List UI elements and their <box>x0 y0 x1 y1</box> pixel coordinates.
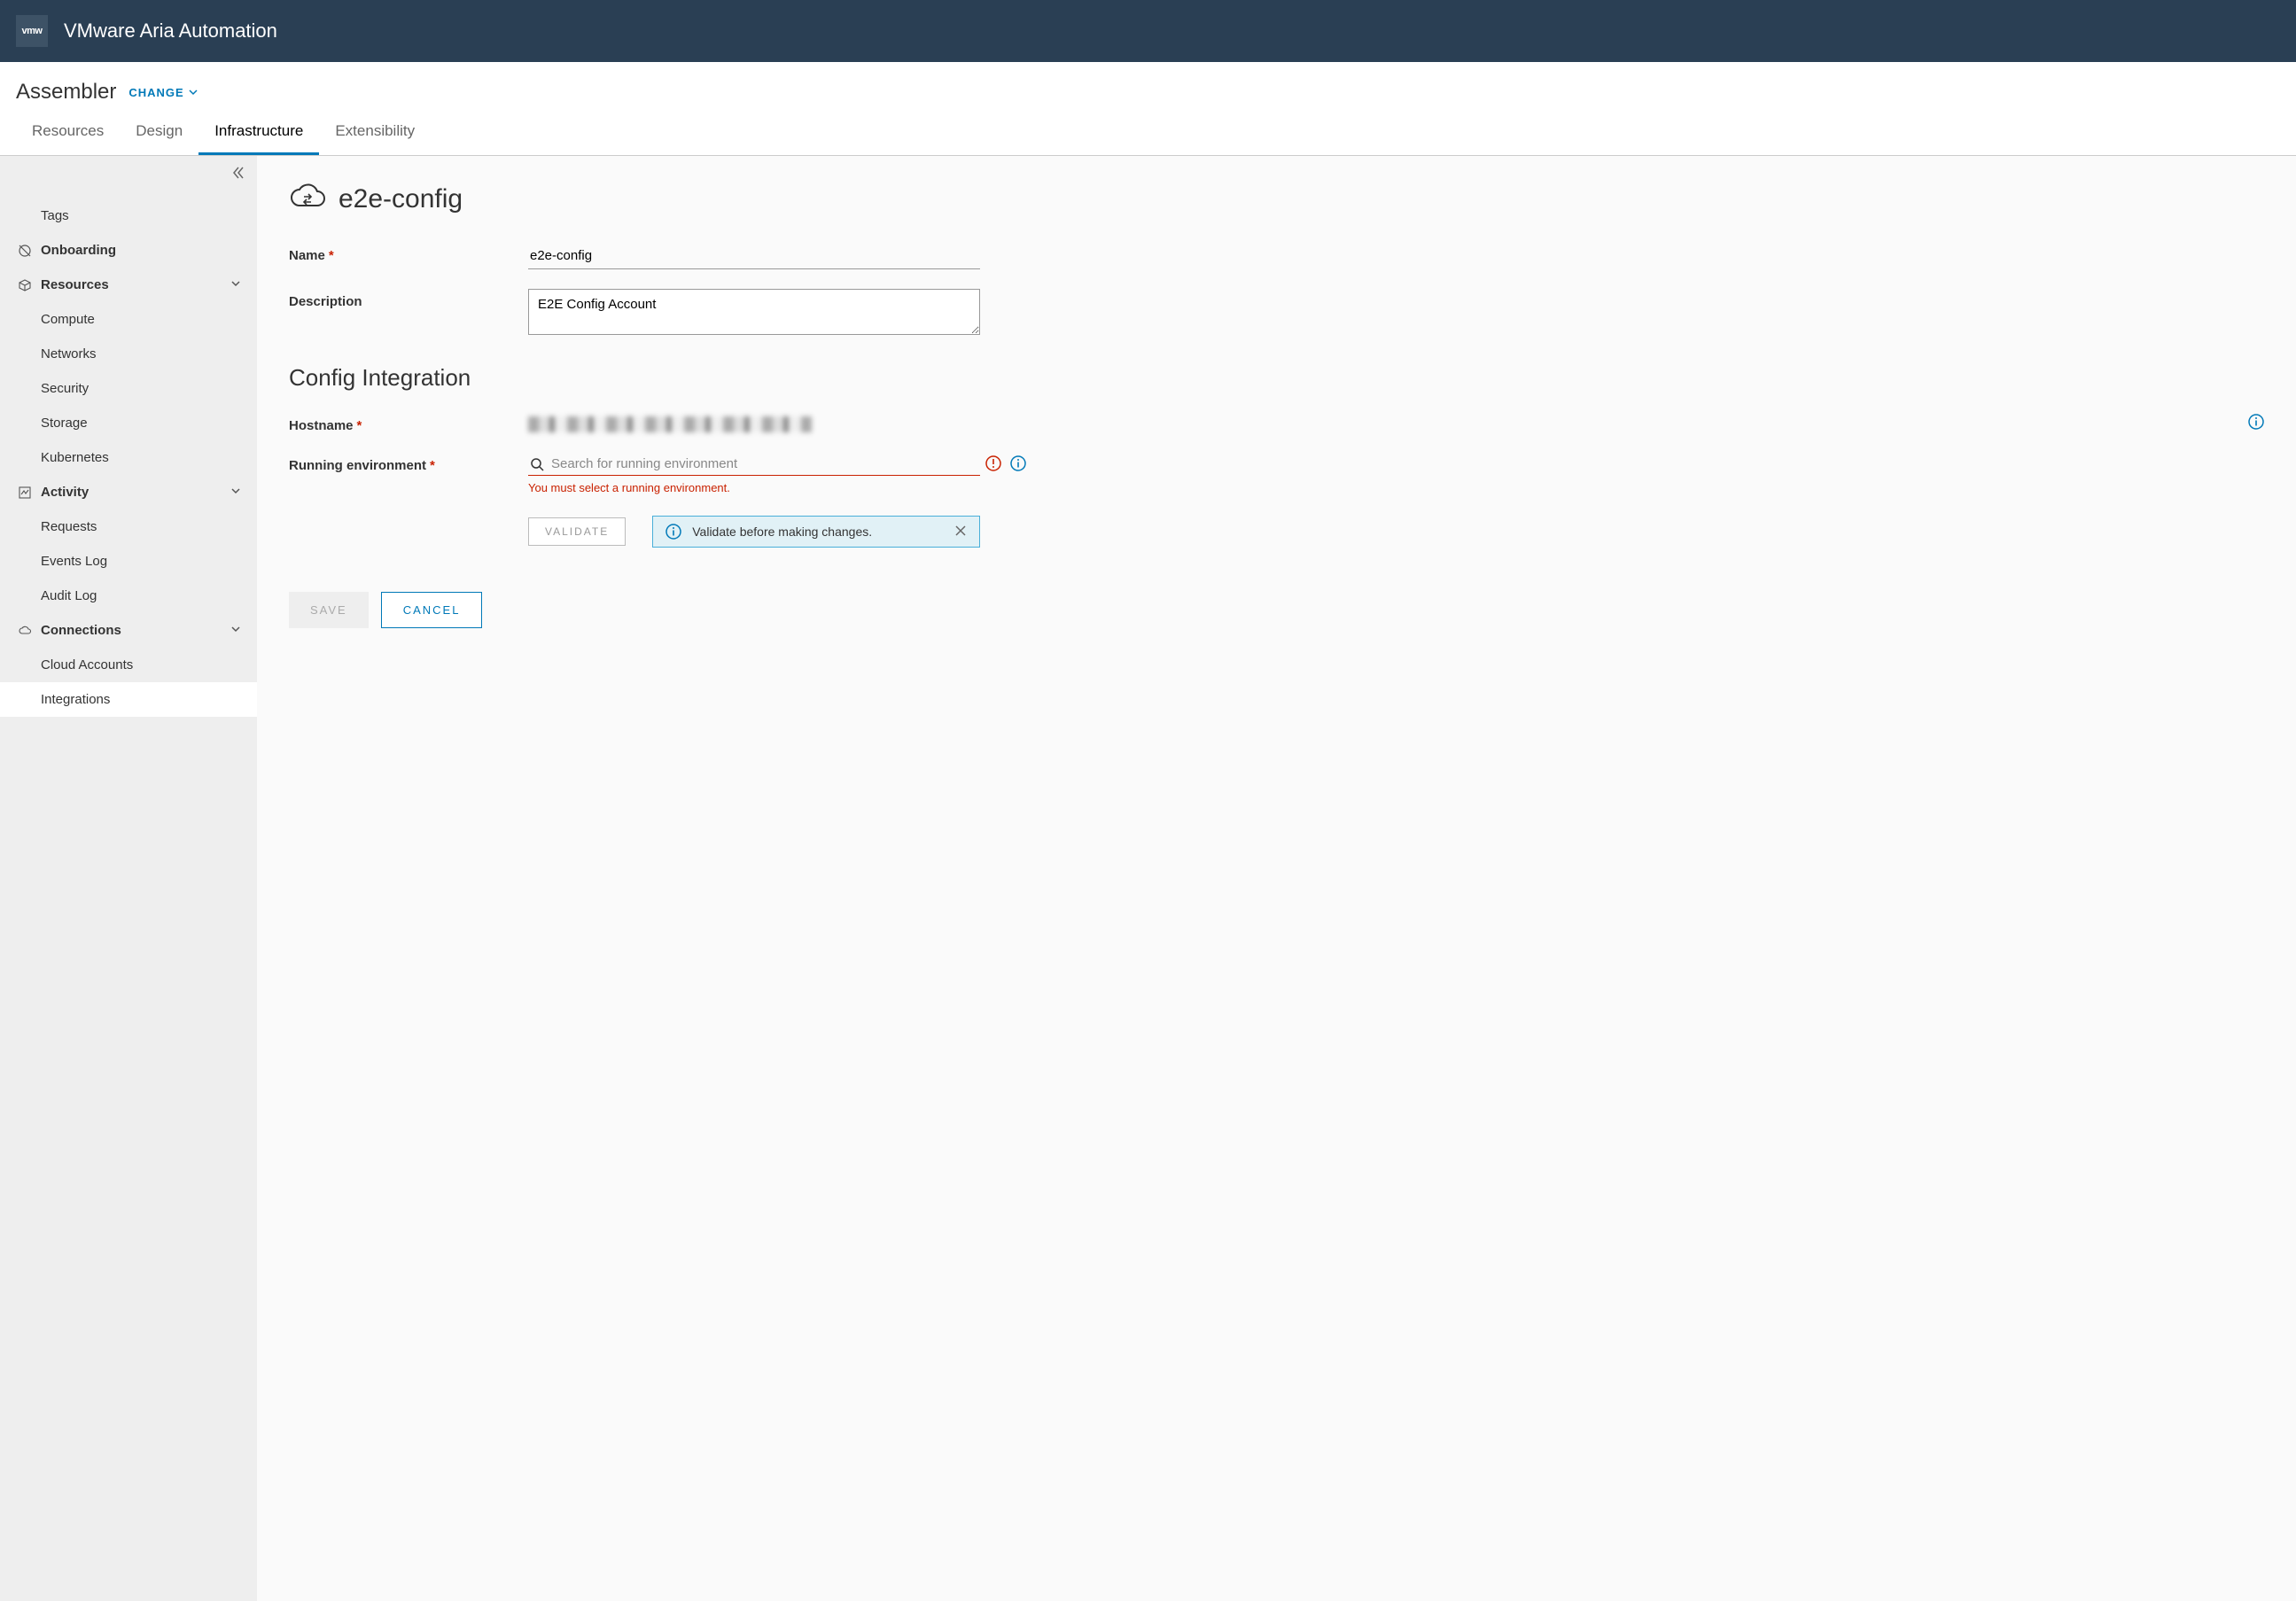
section-heading: Config Integration <box>289 364 2264 392</box>
tab-design[interactable]: Design <box>120 113 198 155</box>
main-tabs: Resources Design Infrastructure Extensib… <box>0 113 2296 156</box>
running-env-search[interactable] <box>528 453 980 476</box>
chevron-down-icon <box>230 623 241 638</box>
chevron-down-icon <box>230 485 241 500</box>
sidebar-item-resources[interactable]: Resources <box>0 268 257 302</box>
close-icon <box>954 525 967 537</box>
sidebar: Tags Onboarding Resources Compute Networ… <box>0 156 257 1601</box>
sidebar-item-storage[interactable]: Storage <box>0 406 257 440</box>
name-label: Name* <box>289 243 528 263</box>
tab-resources[interactable]: Resources <box>16 113 120 155</box>
running-env-info-icon[interactable] <box>1010 455 1026 474</box>
description-textarea[interactable] <box>528 289 980 335</box>
search-icon <box>530 457 544 471</box>
banner-close-button[interactable] <box>954 525 967 540</box>
validate-button[interactable]: VALIDATE <box>528 517 626 546</box>
chevron-down-icon <box>188 87 198 97</box>
service-header: Assembler CHANGE <box>0 62 2296 113</box>
description-label: Description <box>289 289 528 309</box>
running-env-input[interactable] <box>551 456 978 471</box>
sidebar-item-activity[interactable]: Activity <box>0 475 257 509</box>
app-title: VMware Aria Automation <box>64 19 277 43</box>
sidebar-item-label: Connections <box>41 623 121 638</box>
change-label: CHANGE <box>128 86 183 99</box>
sidebar-item-integrations[interactable]: Integrations <box>0 682 257 717</box>
vmware-logo: vmw <box>16 15 48 47</box>
top-navbar: vmw VMware Aria Automation <box>0 0 2296 62</box>
cube-icon <box>16 278 34 292</box>
sidebar-item-label: Onboarding <box>41 243 116 258</box>
sidebar-item-audit-log[interactable]: Audit Log <box>0 579 257 613</box>
collapse-sidebar-button[interactable] <box>230 165 246 183</box>
chevron-double-left-icon <box>230 165 246 181</box>
sidebar-item-tags[interactable]: Tags <box>0 198 257 233</box>
sidebar-item-security[interactable]: Security <box>0 371 257 406</box>
banner-text: Validate before making changes. <box>692 525 872 539</box>
page-title: e2e-config <box>339 184 463 214</box>
error-icon <box>985 455 1001 474</box>
sidebar-item-cloud-accounts[interactable]: Cloud Accounts <box>0 648 257 682</box>
tab-extensibility[interactable]: Extensibility <box>319 113 431 155</box>
page-heading: e2e-config <box>289 181 2264 218</box>
sidebar-item-requests[interactable]: Requests <box>0 509 257 544</box>
main-content: e2e-config Name* Description Config Inte… <box>257 156 2296 1601</box>
change-service-link[interactable]: CHANGE <box>128 86 198 99</box>
tab-infrastructure[interactable]: Infrastructure <box>198 113 319 155</box>
save-button[interactable]: SAVE <box>289 592 369 628</box>
running-env-error: You must select a running environment. <box>528 481 2264 494</box>
cloud-sync-icon <box>289 181 326 218</box>
chart-icon <box>16 486 34 500</box>
cloud-icon <box>16 624 34 638</box>
sidebar-item-label: Resources <box>41 277 109 292</box>
name-input[interactable] <box>528 243 980 269</box>
sidebar-item-label: Activity <box>41 485 89 500</box>
sidebar-item-events-log[interactable]: Events Log <box>0 544 257 579</box>
sidebar-item-compute[interactable]: Compute <box>0 302 257 337</box>
sidebar-item-networks[interactable]: Networks <box>0 337 257 371</box>
running-env-label: Running environment* <box>289 453 528 473</box>
sidebar-item-onboarding[interactable]: Onboarding <box>0 233 257 268</box>
chevron-down-icon <box>230 277 241 292</box>
info-icon <box>665 524 681 540</box>
validate-info-banner: Validate before making changes. <box>652 516 980 548</box>
service-name: Assembler <box>16 80 116 105</box>
hostname-value-redacted <box>528 416 812 432</box>
cancel-button[interactable]: CANCEL <box>381 592 483 628</box>
sidebar-item-kubernetes[interactable]: Kubernetes <box>0 440 257 475</box>
hostname-label: Hostname* <box>289 413 528 433</box>
sidebar-item-connections[interactable]: Connections <box>0 613 257 648</box>
target-icon <box>16 244 34 258</box>
hostname-info-icon[interactable] <box>2248 414 2264 432</box>
